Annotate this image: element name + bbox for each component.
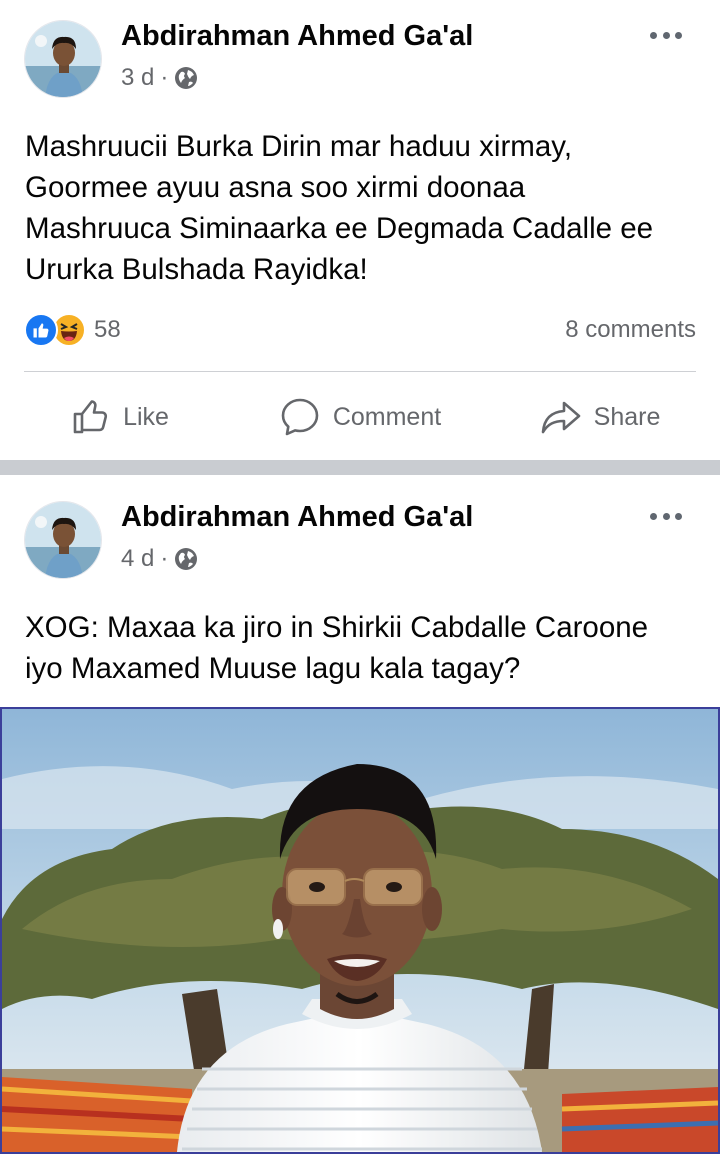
comment-bubble-icon	[281, 398, 319, 436]
meta-separator: ·	[160, 545, 169, 572]
comment-label: Comment	[332, 402, 442, 431]
post-actions: Like Comment Share	[0, 388, 720, 446]
post-photo[interactable]	[0, 707, 720, 1154]
globe-icon	[175, 67, 198, 89]
post-meta: 4 d ·	[121, 545, 198, 573]
post-body: Mashruucii Burka Dirin mar haduu xirmay,…	[25, 126, 700, 290]
post-meta: 3 d ·	[121, 64, 198, 92]
post-body: XOG: Maxaa ka jiro in Shirkii Cabdalle C…	[25, 607, 700, 689]
post-text-line: Goormee ayuu asna soo xirmi doonaa	[25, 171, 526, 204]
post-text-line: Ururka Bulshada Rayidka!	[25, 253, 368, 286]
more-options-icon[interactable]	[650, 30, 682, 40]
comment-button[interactable]: Comment	[240, 388, 480, 446]
author-avatar[interactable]	[24, 501, 102, 579]
post-text-line: Mashruuca Siminaarka ee Degmada Cadalle …	[25, 212, 654, 245]
thumbs-up-icon	[73, 400, 108, 434]
globe-icon	[175, 548, 198, 570]
post-text-line: XOG: Maxaa ka jiro in Shirkii Cabdalle C…	[25, 611, 649, 644]
post-timestamp[interactable]: 4 d	[121, 545, 154, 573]
like-reaction-icon	[24, 313, 58, 347]
like-label: Like	[123, 402, 169, 431]
like-button[interactable]: Like	[0, 388, 240, 446]
reactions-count: 58	[94, 316, 121, 343]
more-options-icon[interactable]	[650, 511, 682, 521]
share-button[interactable]: Share	[480, 388, 720, 446]
feed-post: Abdirahman Ahmed Ga'al 4 d · XOG: Maxaa …	[0, 475, 720, 1154]
post-timestamp[interactable]: 3 d	[121, 64, 154, 92]
comments-count-link[interactable]: 8 comments	[565, 316, 696, 344]
feed-separator	[0, 460, 720, 475]
post-text-line: Mashruucii Burka Dirin mar haduu xirmay,	[25, 130, 573, 163]
share-arrow-icon	[541, 401, 580, 434]
post-text-line: iyo Maxamed Muuse lagu kala tagay?	[25, 652, 521, 685]
reactions-summary[interactable]: 58	[24, 313, 121, 347]
divider	[24, 371, 696, 372]
author-name[interactable]: Abdirahman Ahmed Ga'al	[121, 20, 473, 53]
feed-post: Abdirahman Ahmed Ga'al 3 d · Mashruucii …	[0, 0, 720, 460]
author-avatar[interactable]	[24, 20, 102, 98]
author-name[interactable]: Abdirahman Ahmed Ga'al	[121, 501, 473, 534]
meta-separator: ·	[160, 64, 169, 91]
share-label: Share	[593, 402, 661, 431]
